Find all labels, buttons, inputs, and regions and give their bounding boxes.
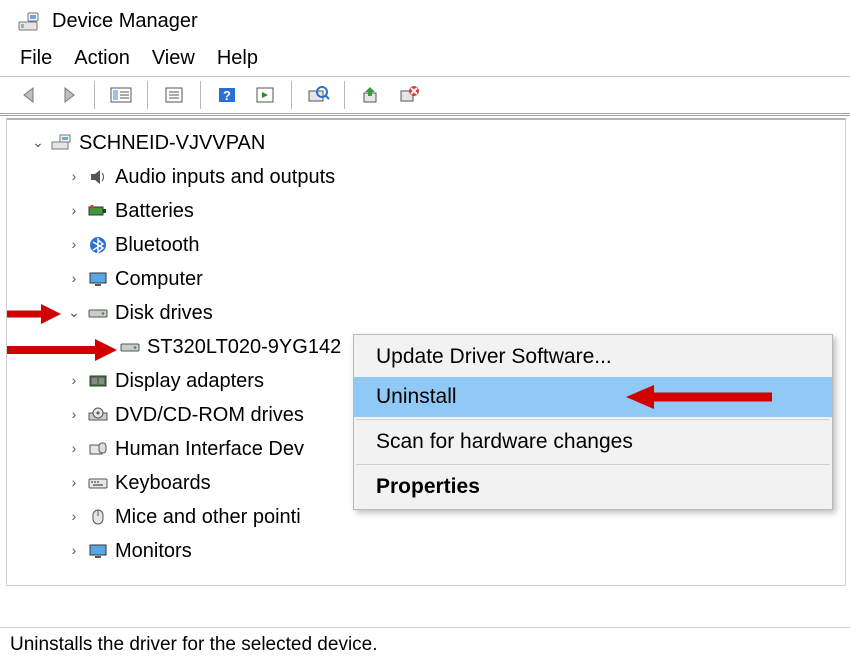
statusbar: Uninstalls the driver for the selected d… [0, 627, 850, 666]
chevron-right-icon[interactable]: › [67, 165, 81, 189]
keyboard-icon [87, 472, 109, 494]
tree-node-label: Display adapters [115, 364, 264, 398]
context-separator [356, 419, 830, 420]
toolbar-separator [147, 81, 148, 109]
tree-node-label: Batteries [115, 194, 194, 228]
battery-icon [87, 200, 109, 222]
tree-node-label: Monitors [115, 534, 192, 568]
chevron-right-icon[interactable]: › [67, 437, 81, 461]
tree-node-bluetooth[interactable]: › Bluetooth [19, 228, 845, 262]
optical-drive-icon [87, 404, 109, 426]
tree-node-label: Keyboards [115, 466, 211, 500]
chevron-down-icon[interactable]: ⌄ [67, 301, 81, 325]
tree-node-label: Audio inputs and outputs [115, 160, 335, 194]
update-driver-button[interactable] [355, 81, 387, 109]
tree-node-label: Human Interface Dev [115, 432, 304, 466]
show-hide-console-button[interactable] [105, 81, 137, 109]
chevron-right-icon[interactable]: › [67, 539, 81, 563]
monitor-icon [87, 540, 109, 562]
menu-file[interactable]: File [20, 47, 52, 70]
svg-text:?: ? [223, 88, 231, 103]
status-text: Uninstalls the driver for the selected d… [10, 634, 378, 655]
tree-root[interactable]: ⌄ SCHNEID-VJVVPAN [19, 126, 845, 160]
tree-node-label: ST320LT020-9YG142 [147, 330, 341, 364]
hid-icon [87, 438, 109, 460]
chevron-right-icon[interactable]: › [67, 471, 81, 495]
tree-node-computer[interactable]: › Computer [19, 262, 845, 296]
tree-node-label: Computer [115, 262, 203, 296]
tree-node-label: DVD/CD-ROM drives [115, 398, 304, 432]
chevron-right-icon[interactable]: › [67, 505, 81, 529]
bluetooth-icon [87, 234, 109, 256]
context-properties[interactable]: Properties [354, 467, 832, 507]
forward-button[interactable] [52, 81, 84, 109]
device-manager-icon [18, 12, 42, 32]
properties-button[interactable] [158, 81, 190, 109]
scan-hardware-button[interactable] [302, 81, 334, 109]
disk-drive-icon [119, 336, 141, 358]
display-adapter-icon [87, 370, 109, 392]
window-title: Device Manager [52, 10, 198, 33]
menu-help[interactable]: Help [217, 47, 258, 70]
back-button[interactable] [14, 81, 46, 109]
context-item-label: Properties [376, 475, 480, 498]
chevron-right-icon[interactable]: › [67, 403, 81, 427]
computer-root-icon [51, 132, 73, 154]
help-button[interactable]: ? [211, 81, 243, 109]
context-menu: Update Driver Software... Uninstall Scan… [353, 334, 833, 510]
context-item-label: Update Driver Software... [376, 345, 612, 368]
device-tree-panel: ⌄ SCHNEID-VJVVPAN › Audio inputs and out… [6, 118, 846, 586]
tree-root-label: SCHNEID-VJVVPAN [79, 126, 265, 160]
toolbar-separator [344, 81, 345, 109]
context-scan-hardware[interactable]: Scan for hardware changes [354, 422, 832, 462]
context-uninstall[interactable]: Uninstall [354, 377, 832, 417]
context-separator [356, 464, 830, 465]
toolbar-separator [291, 81, 292, 109]
tree-node-monitors[interactable]: › Monitors [19, 534, 845, 568]
chevron-right-icon[interactable]: › [67, 199, 81, 223]
tree-node-batteries[interactable]: › Batteries [19, 194, 845, 228]
disk-drive-icon [87, 302, 109, 324]
context-item-label: Scan for hardware changes [376, 430, 633, 453]
monitor-icon [87, 268, 109, 290]
context-update-driver[interactable]: Update Driver Software... [354, 337, 832, 377]
chevron-right-icon[interactable]: › [67, 267, 81, 291]
action-button[interactable] [249, 81, 281, 109]
toolbar-separator [200, 81, 201, 109]
annotation-arrow-icon [622, 383, 772, 411]
uninstall-device-button[interactable] [393, 81, 425, 109]
tree-node-disk-drives[interactable]: ⌄ Disk drives [19, 296, 845, 330]
chevron-right-icon[interactable]: › [67, 369, 81, 393]
mouse-icon [87, 506, 109, 528]
tree-node-label: Disk drives [115, 296, 213, 330]
toolbar-separator [94, 81, 95, 109]
chevron-down-icon[interactable]: ⌄ [31, 131, 45, 155]
chevron-right-icon[interactable]: › [67, 233, 81, 257]
titlebar: Device Manager [0, 0, 850, 41]
tree-node-label: Mice and other pointi [115, 500, 301, 534]
tree-node-label: Bluetooth [115, 228, 200, 262]
menu-view[interactable]: View [152, 47, 195, 70]
tree-node-audio[interactable]: › Audio inputs and outputs [19, 160, 845, 194]
menu-action[interactable]: Action [74, 47, 130, 70]
context-item-label: Uninstall [376, 385, 457, 408]
menubar: File Action View Help [0, 41, 850, 77]
speaker-icon [87, 166, 109, 188]
toolbar: ? [0, 77, 850, 116]
